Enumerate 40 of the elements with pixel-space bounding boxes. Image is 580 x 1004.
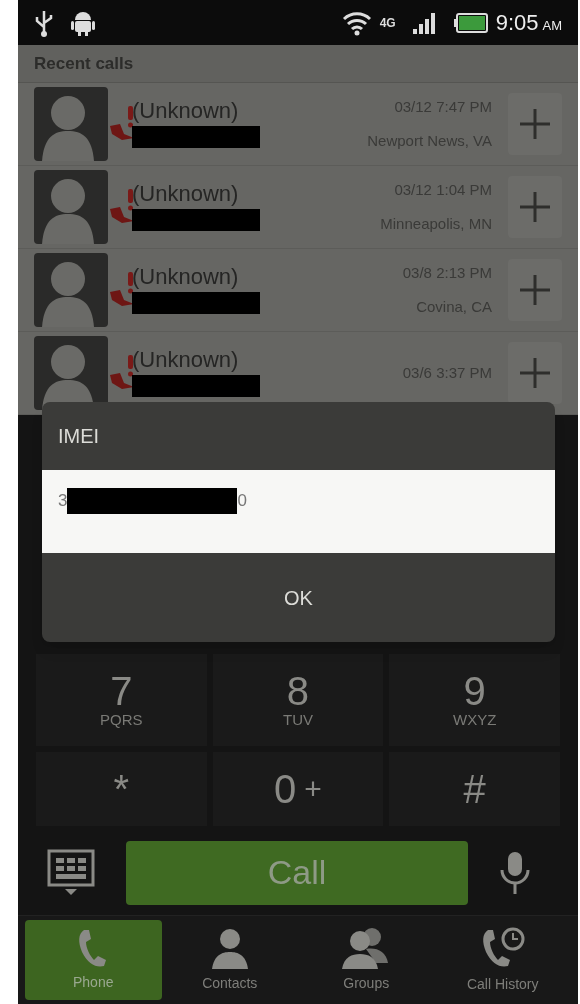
tab[interactable]: Groups — [298, 920, 435, 1000]
wifi-icon — [341, 9, 372, 36]
usb-icon — [34, 8, 54, 37]
add-contact-button[interactable] — [508, 259, 562, 321]
dial-key[interactable]: 9 WXYZ — [389, 654, 560, 747]
plus-icon — [518, 107, 552, 141]
tab[interactable]: Phone — [25, 920, 162, 1000]
people-icon — [342, 926, 391, 969]
contact-avatar-icon — [34, 336, 108, 410]
imei-digit: 0 — [237, 490, 247, 512]
tab[interactable]: Call History — [434, 920, 571, 1000]
dialog-title: IMEI — [58, 424, 100, 449]
contact-avatar-icon — [34, 170, 108, 244]
dial-key[interactable]: * — [36, 752, 207, 826]
person-icon — [209, 926, 250, 969]
add-contact-button[interactable] — [508, 93, 562, 155]
imei-digit: 3 — [58, 490, 68, 512]
network-type: 4G — [379, 14, 396, 32]
battery-icon — [453, 12, 488, 33]
add-contact-button[interactable] — [508, 176, 562, 238]
dial-key[interactable]: 0 + — [212, 752, 384, 826]
add-contact-button[interactable] — [508, 342, 562, 404]
clock-time: 9:05 — [495, 9, 539, 37]
clock-period: AM — [542, 17, 562, 35]
contact-avatar-icon — [34, 253, 108, 327]
caller-name: (Unknown) — [132, 349, 240, 371]
caller-name: (Unknown) — [132, 266, 240, 288]
caller-name: (Unknown) — [132, 183, 240, 205]
dial-key[interactable]: 8 TUV — [212, 654, 384, 747]
dial-key[interactable]: # — [389, 752, 560, 826]
plus-icon — [518, 356, 552, 390]
contact-avatar-icon — [34, 87, 108, 161]
plus-icon — [518, 190, 552, 224]
caller-name: (Unknown) — [132, 100, 240, 122]
dial-key[interactable]: 7 PQRS — [36, 654, 207, 747]
plus-icon — [518, 273, 552, 307]
ok-button[interactable]: OK — [42, 553, 555, 642]
signal-icon — [411, 10, 438, 35]
tab[interactable]: Contacts — [161, 920, 298, 1000]
microphone-icon[interactable] — [498, 849, 532, 896]
